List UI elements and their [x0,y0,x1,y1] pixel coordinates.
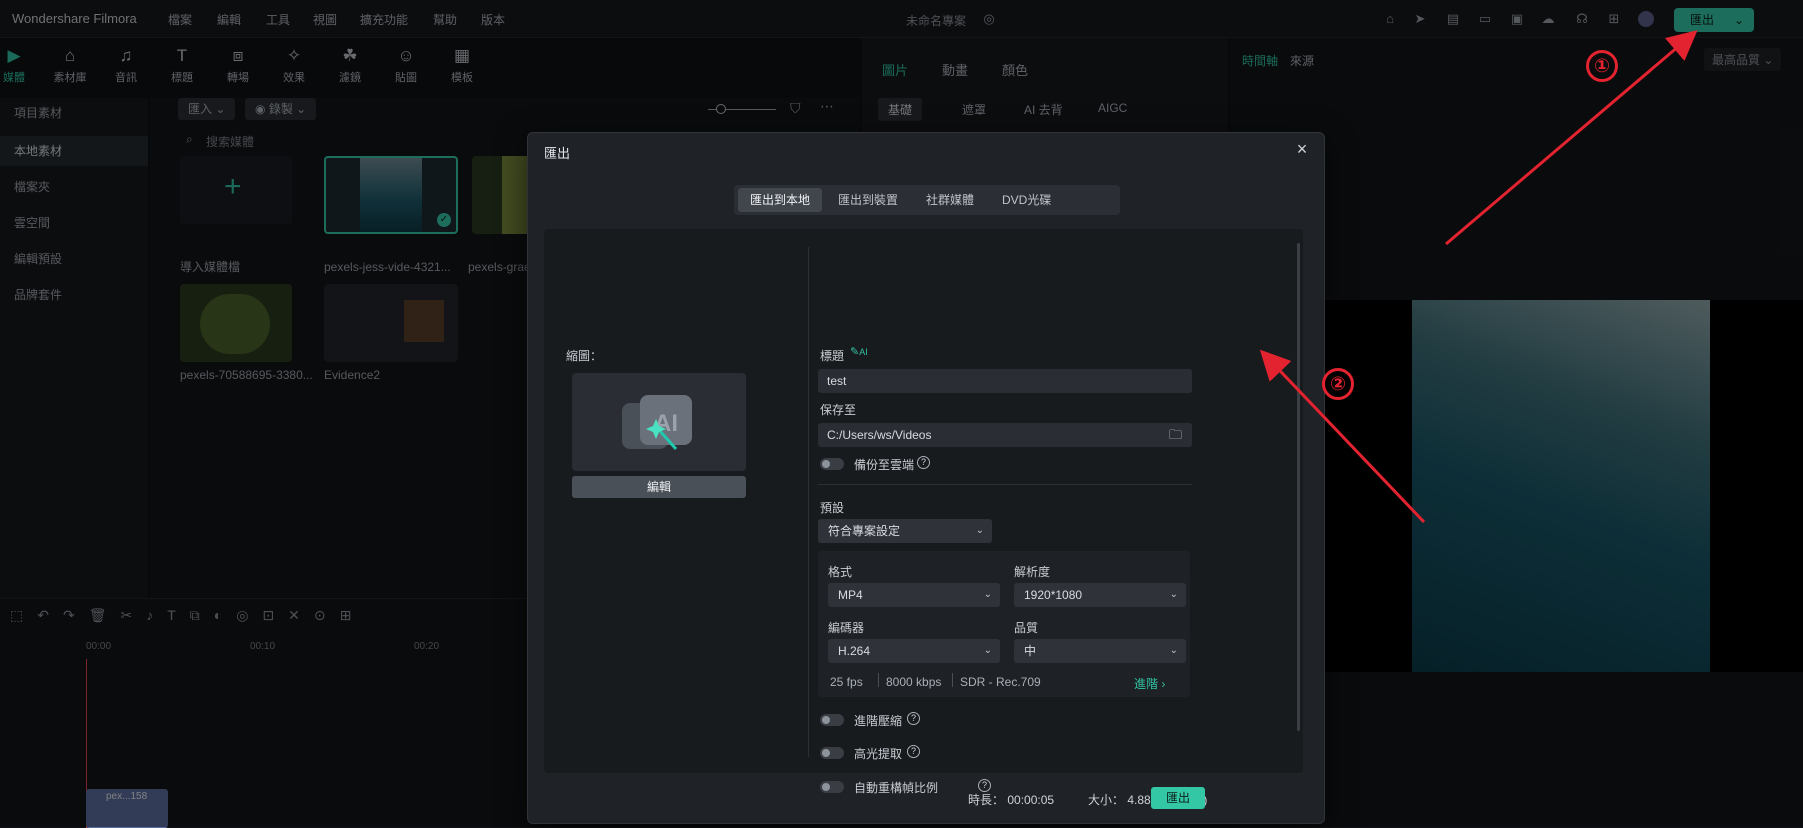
annotation-arrows [1259,30,1698,524]
annotation-marker-2: ② [1322,368,1354,400]
arrow-to-export [1445,30,1698,246]
annotation-marker-1: ① [1586,50,1618,82]
